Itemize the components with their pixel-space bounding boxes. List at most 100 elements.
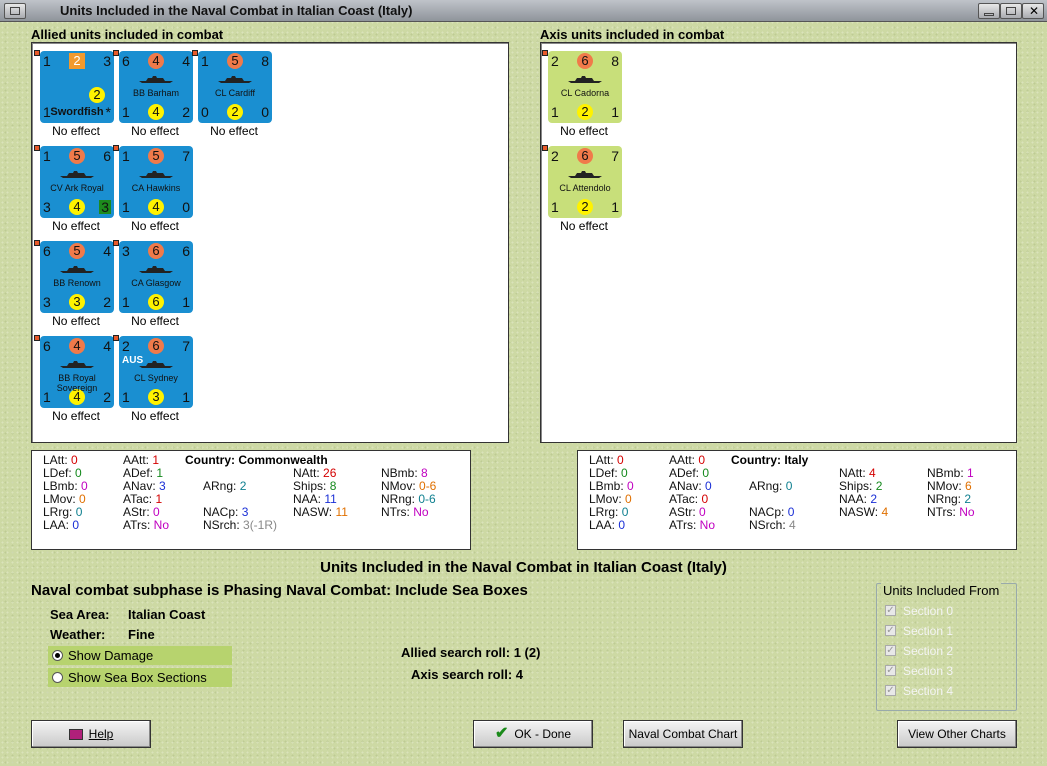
unit-counter[interactable]: 2 7 1 1 6 3 CL Sydney AUS <box>119 336 193 408</box>
weather-label: Weather: <box>50 627 106 642</box>
stat-ships: Ships: 2 <box>839 479 883 493</box>
stat-lbmb: LBmb: 0 <box>43 479 88 493</box>
ok-done-button[interactable]: ✔ OK - Done <box>473 720 593 748</box>
stat-value: 2 <box>964 492 972 506</box>
unit-tr: 6 <box>182 243 190 259</box>
unit-tl: 6 <box>122 53 130 69</box>
unit-bl: 1 <box>122 199 130 215</box>
unit-tl: 1 <box>43 148 51 164</box>
stat-value: No <box>413 505 429 519</box>
stat-nasw: NASW: 4 <box>839 505 889 519</box>
unit-tr: 4 <box>103 338 111 354</box>
unit-marker-icon <box>34 145 40 151</box>
unit-br: 2 <box>182 104 190 120</box>
unit-yellow: 2 <box>227 104 243 120</box>
minimize-button[interactable] <box>978 3 1000 19</box>
stat-naa: NAA: 11 <box>293 492 337 506</box>
ship-silhouette-icon <box>138 263 174 273</box>
stat-naa: NAA: 2 <box>839 492 878 506</box>
system-menu-button[interactable] <box>4 3 26 19</box>
stat-adef: ADef: 0 <box>669 466 710 480</box>
unit-bl: 0 <box>201 104 209 120</box>
stat-value: 0 <box>621 466 628 480</box>
section-4-checkbox[interactable]: ✓ Section 4 <box>885 684 953 698</box>
show-sections-radio[interactable]: Show Sea Box Sections <box>48 668 232 687</box>
ship-silhouette-icon <box>217 73 253 83</box>
unit-marker-icon <box>34 240 40 246</box>
section-3-label: Section 3 <box>903 664 954 678</box>
unit-counter[interactable]: 1 3 1 * 2 2 Swordfish <box>40 51 114 123</box>
axis-header: Axis units included in combat <box>540 27 725 42</box>
unit-counter[interactable]: 1 6 3 3 5 4 CV Ark Royal <box>40 146 114 218</box>
unit-tr: 6 <box>103 148 111 164</box>
stat-ldef: LDef: 0 <box>589 466 628 480</box>
unit-tl: 1 <box>43 53 51 69</box>
unit-orange: 4 <box>148 53 164 69</box>
country-label: Country: Italy <box>731 453 809 467</box>
stat-lrrg: LRrg: 0 <box>589 505 629 519</box>
unit-tr: 7 <box>182 148 190 164</box>
stat-value: 0 <box>81 479 88 493</box>
stat-ships: Ships: 8 <box>293 479 337 493</box>
unit-tr: 7 <box>611 148 619 164</box>
unit-counter[interactable]: 6 4 3 2 5 3 BB Renown <box>40 241 114 313</box>
unit-counter[interactable]: 3 6 1 1 6 6 CA Glasgow <box>119 241 193 313</box>
unit-br: 1 <box>611 199 619 215</box>
unit-tl: 3 <box>122 243 130 259</box>
show-damage-radio[interactable]: Show Damage <box>48 646 232 665</box>
stat-nmov: NMov: 6 <box>927 479 972 493</box>
unit-counter[interactable]: 1 7 1 0 5 4 CA Hawkins <box>119 146 193 218</box>
naval-combat-chart-button[interactable]: Naval Combat Chart <box>623 720 743 748</box>
unit-status: No effect <box>52 124 100 138</box>
unit-counter[interactable]: 6 4 1 2 4 4 BB Barham <box>119 51 193 123</box>
maximize-button[interactable] <box>1000 3 1022 19</box>
sections-legend: Units Included From <box>881 583 1002 598</box>
help-button[interactable]: Help <box>31 720 151 748</box>
stat-value: 1 <box>156 466 164 480</box>
ship-silhouette-icon <box>567 73 603 83</box>
unit-counter[interactable]: 1 8 0 0 5 2 CL Cardiff <box>198 51 272 123</box>
stat-value: 3 <box>241 505 249 519</box>
stat-value: 2 <box>239 479 247 493</box>
stat-arng: ARng: 0 <box>749 479 793 493</box>
unit-tl: 1 <box>201 53 209 69</box>
section-3-checkbox[interactable]: ✓ Section 3 <box>885 664 953 678</box>
stat-value: 0 <box>698 453 706 467</box>
unit-name: CL Attendolo <box>559 183 611 193</box>
section-1-label: Section 1 <box>903 624 954 638</box>
stat-nbmb: NBmb: 8 <box>381 466 428 480</box>
unit-counter[interactable]: 6 4 1 2 4 4 BB Royal Sovereign <box>40 336 114 408</box>
stat-natt: NAtt: 4 <box>839 466 876 480</box>
stat-value: 3(-1R) <box>243 518 278 532</box>
unit-name: BB Royal Sovereign <box>56 373 98 393</box>
unit-status: No effect <box>52 409 100 423</box>
section-1-checkbox[interactable]: ✓ Section 1 <box>885 624 953 638</box>
unit-yellow: 2 <box>577 104 593 120</box>
view-other-charts-button[interactable]: View Other Charts <box>897 720 1017 748</box>
unit-yellow: 2 <box>577 199 593 215</box>
unit-counter[interactable]: 2 7 1 1 6 2 CL Attendolo <box>548 146 622 218</box>
stat-latt: LAtt: 0 <box>589 453 624 467</box>
section-2-checkbox[interactable]: ✓ Section 2 <box>885 644 953 658</box>
stat-nrng: NRng: 2 <box>927 492 972 506</box>
unit-tl: 2 <box>551 148 559 164</box>
unit-br: 2 <box>103 294 111 310</box>
stat-value: 0 <box>627 479 634 493</box>
unit-name: CA Glasgow <box>131 278 181 288</box>
close-button[interactable]: ✕ <box>1022 3 1044 19</box>
stat-nmov: NMov: 0-6 <box>381 479 437 493</box>
section-0-checkbox[interactable]: ✓ Section 0 <box>885 604 953 618</box>
unit-bl: 1 <box>122 389 130 405</box>
stat-value: No <box>959 505 975 519</box>
book-icon <box>68 729 83 741</box>
stat-lmov: LMov: 0 <box>589 492 632 506</box>
unit-orange: 6 <box>577 148 593 164</box>
unit-name: BB Renown <box>53 278 101 288</box>
other-charts-label: View Other Charts <box>908 727 1006 741</box>
unit-status: No effect <box>131 124 179 138</box>
unit-tr: 4 <box>103 243 111 259</box>
ship-silhouette-icon <box>59 358 95 368</box>
unit-counter[interactable]: 2 8 1 1 6 2 CL Cadorna <box>548 51 622 123</box>
sections-group: Units Included From ✓ Section 0 ✓ Section … <box>876 583 1017 711</box>
checkmark-icon: ✔ <box>494 725 509 742</box>
